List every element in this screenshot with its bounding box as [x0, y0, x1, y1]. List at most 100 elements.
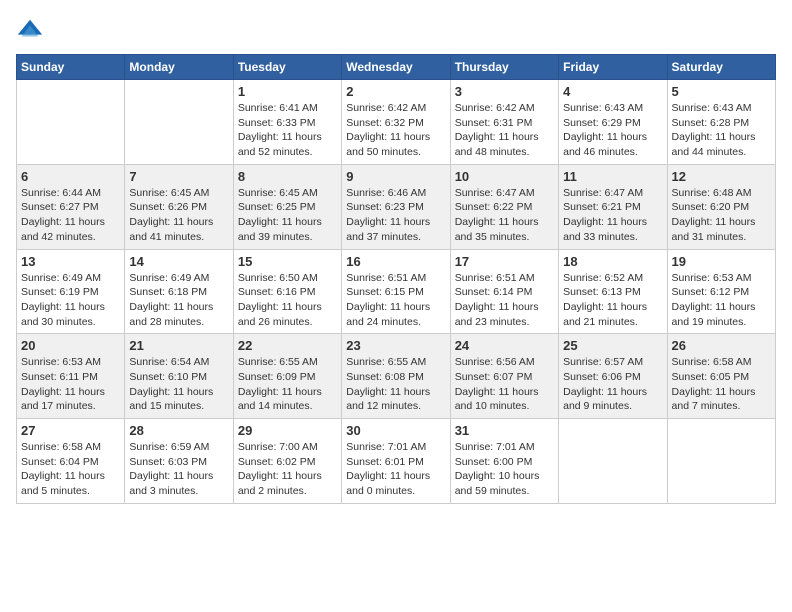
calendar-cell: 29Sunrise: 7:00 AM Sunset: 6:02 PM Dayli… — [233, 419, 341, 504]
day-info: Sunrise: 6:47 AM Sunset: 6:22 PM Dayligh… — [455, 186, 554, 245]
day-info: Sunrise: 6:57 AM Sunset: 6:06 PM Dayligh… — [563, 355, 662, 414]
day-info: Sunrise: 6:53 AM Sunset: 6:12 PM Dayligh… — [672, 271, 771, 330]
calendar-cell: 14 Sunrise: 6:49 AM Sunset: 6:18 PM Dayli… — [125, 249, 233, 334]
calendar-cell: 11Sunrise: 6:47 AM Sunset: 6:21 PM Dayli… — [559, 164, 667, 249]
day-info: Sunrise: 6:55 AM Sunset: 6:08 PM Dayligh… — [346, 355, 445, 414]
calendar-cell: 24 Sunrise: 6:56 AM Sunset: 6:07 PM Dayli… — [450, 334, 558, 419]
day-info: Sunrise: 7:01 AM Sunset: 6:00 PM Dayligh… — [455, 440, 554, 499]
logo — [16, 16, 48, 44]
day-number: 22 — [238, 338, 337, 353]
calendar-cell: 19 Sunrise: 6:53 AM Sunset: 6:12 PM Dayli… — [667, 249, 775, 334]
calendar-body: 1Sunrise: 6:41 AM Sunset: 6:33 PM Daylig… — [17, 80, 776, 504]
day-info: Sunrise: 6:58 AM Sunset: 6:04 PM Dayligh… — [21, 440, 120, 499]
day-info: Sunrise: 6:52 AM Sunset: 6:13 PM Dayligh… — [563, 271, 662, 330]
calendar-cell: 20 Sunrise: 6:53 AM Sunset: 6:11 PM Dayli… — [17, 334, 125, 419]
calendar-cell: 13 Sunrise: 6:49 AM Sunset: 6:19 PM Dayli… — [17, 249, 125, 334]
calendar-cell — [17, 80, 125, 165]
calendar-cell: 10 Sunrise: 6:47 AM Sunset: 6:22 PM Dayli… — [450, 164, 558, 249]
calendar-cell: 5Sunrise: 6:43 AM Sunset: 6:28 PM Daylig… — [667, 80, 775, 165]
calendar-cell: 26 Sunrise: 6:58 AM Sunset: 6:05 PM Dayli… — [667, 334, 775, 419]
day-number: 25 — [563, 338, 662, 353]
day-info: Sunrise: 7:01 AM Sunset: 6:01 PM Dayligh… — [346, 440, 445, 499]
calendar-cell: 30 Sunrise: 7:01 AM Sunset: 6:01 PM Dayli… — [342, 419, 450, 504]
day-number: 21 — [129, 338, 228, 353]
day-number: 8 — [238, 169, 337, 184]
day-number: 3 — [455, 84, 554, 99]
day-number: 26 — [672, 338, 771, 353]
calendar-header-saturday: Saturday — [667, 55, 775, 80]
calendar-cell: 3 Sunrise: 6:42 AM Sunset: 6:31 PM Daylig… — [450, 80, 558, 165]
calendar-week-row: 6 Sunrise: 6:44 AM Sunset: 6:27 PM Daylig… — [17, 164, 776, 249]
calendar-cell — [667, 419, 775, 504]
day-number: 11 — [563, 169, 662, 184]
logo-icon — [16, 16, 44, 44]
day-number: 6 — [21, 169, 120, 184]
calendar-cell: 1Sunrise: 6:41 AM Sunset: 6:33 PM Daylig… — [233, 80, 341, 165]
day-number: 13 — [21, 254, 120, 269]
calendar-cell: 7 Sunrise: 6:45 AM Sunset: 6:26 PM Daylig… — [125, 164, 233, 249]
calendar-cell: 21 Sunrise: 6:54 AM Sunset: 6:10 PM Dayli… — [125, 334, 233, 419]
day-info: Sunrise: 6:45 AM Sunset: 6:25 PM Dayligh… — [238, 186, 337, 245]
calendar-cell: 25 Sunrise: 6:57 AM Sunset: 6:06 PM Dayli… — [559, 334, 667, 419]
day-number: 27 — [21, 423, 120, 438]
calendar-header-wednesday: Wednesday — [342, 55, 450, 80]
calendar-cell: 2 Sunrise: 6:42 AM Sunset: 6:32 PM Daylig… — [342, 80, 450, 165]
calendar-cell: 31Sunrise: 7:01 AM Sunset: 6:00 PM Dayli… — [450, 419, 558, 504]
calendar-cell: 17Sunrise: 6:51 AM Sunset: 6:14 PM Dayli… — [450, 249, 558, 334]
calendar-week-row: 20 Sunrise: 6:53 AM Sunset: 6:11 PM Dayli… — [17, 334, 776, 419]
calendar-cell: 23 Sunrise: 6:55 AM Sunset: 6:08 PM Dayli… — [342, 334, 450, 419]
day-info: Sunrise: 6:51 AM Sunset: 6:14 PM Dayligh… — [455, 271, 554, 330]
day-number: 19 — [672, 254, 771, 269]
day-number: 30 — [346, 423, 445, 438]
calendar-header-friday: Friday — [559, 55, 667, 80]
day-info: Sunrise: 6:59 AM Sunset: 6:03 PM Dayligh… — [129, 440, 228, 499]
day-number: 15 — [238, 254, 337, 269]
day-number: 29 — [238, 423, 337, 438]
day-info: Sunrise: 6:56 AM Sunset: 6:07 PM Dayligh… — [455, 355, 554, 414]
day-info: Sunrise: 6:44 AM Sunset: 6:27 PM Dayligh… — [21, 186, 120, 245]
day-info: Sunrise: 6:42 AM Sunset: 6:32 PM Dayligh… — [346, 101, 445, 160]
day-info: Sunrise: 6:49 AM Sunset: 6:19 PM Dayligh… — [21, 271, 120, 330]
day-number: 24 — [455, 338, 554, 353]
day-number: 2 — [346, 84, 445, 99]
day-number: 28 — [129, 423, 228, 438]
calendar-cell: 9Sunrise: 6:46 AM Sunset: 6:23 PM Daylig… — [342, 164, 450, 249]
calendar-header-thursday: Thursday — [450, 55, 558, 80]
calendar-cell: 16Sunrise: 6:51 AM Sunset: 6:15 PM Dayli… — [342, 249, 450, 334]
day-number: 4 — [563, 84, 662, 99]
page-header — [16, 16, 776, 44]
day-info: Sunrise: 6:53 AM Sunset: 6:11 PM Dayligh… — [21, 355, 120, 414]
day-number: 1 — [238, 84, 337, 99]
day-info: Sunrise: 6:51 AM Sunset: 6:15 PM Dayligh… — [346, 271, 445, 330]
calendar-header-tuesday: Tuesday — [233, 55, 341, 80]
day-number: 10 — [455, 169, 554, 184]
day-info: Sunrise: 6:45 AM Sunset: 6:26 PM Dayligh… — [129, 186, 228, 245]
calendar-cell: 27 Sunrise: 6:58 AM Sunset: 6:04 PM Dayli… — [17, 419, 125, 504]
calendar-cell: 22Sunrise: 6:55 AM Sunset: 6:09 PM Dayli… — [233, 334, 341, 419]
day-info: Sunrise: 6:42 AM Sunset: 6:31 PM Dayligh… — [455, 101, 554, 160]
calendar-cell: 8 Sunrise: 6:45 AM Sunset: 6:25 PM Daylig… — [233, 164, 341, 249]
calendar-cell: 4 Sunrise: 6:43 AM Sunset: 6:29 PM Daylig… — [559, 80, 667, 165]
day-info: Sunrise: 6:43 AM Sunset: 6:29 PM Dayligh… — [563, 101, 662, 160]
calendar-cell — [559, 419, 667, 504]
day-number: 23 — [346, 338, 445, 353]
calendar-table: SundayMondayTuesdayWednesdayThursdayFrid… — [16, 54, 776, 504]
calendar-cell — [125, 80, 233, 165]
day-number: 7 — [129, 169, 228, 184]
day-number: 12 — [672, 169, 771, 184]
day-number: 9 — [346, 169, 445, 184]
calendar-week-row: 13 Sunrise: 6:49 AM Sunset: 6:19 PM Dayli… — [17, 249, 776, 334]
day-info: Sunrise: 6:54 AM Sunset: 6:10 PM Dayligh… — [129, 355, 228, 414]
calendar-header-sunday: Sunday — [17, 55, 125, 80]
day-info: Sunrise: 6:49 AM Sunset: 6:18 PM Dayligh… — [129, 271, 228, 330]
day-number: 18 — [563, 254, 662, 269]
calendar-header-monday: Monday — [125, 55, 233, 80]
day-number: 14 — [129, 254, 228, 269]
calendar-cell: 15Sunrise: 6:50 AM Sunset: 6:16 PM Dayli… — [233, 249, 341, 334]
day-info: Sunrise: 6:58 AM Sunset: 6:05 PM Dayligh… — [672, 355, 771, 414]
day-number: 20 — [21, 338, 120, 353]
calendar-cell: 28 Sunrise: 6:59 AM Sunset: 6:03 PM Dayli… — [125, 419, 233, 504]
calendar-week-row: 27 Sunrise: 6:58 AM Sunset: 6:04 PM Dayli… — [17, 419, 776, 504]
calendar-week-row: 1Sunrise: 6:41 AM Sunset: 6:33 PM Daylig… — [17, 80, 776, 165]
calendar-header-row: SundayMondayTuesdayWednesdayThursdayFrid… — [17, 55, 776, 80]
